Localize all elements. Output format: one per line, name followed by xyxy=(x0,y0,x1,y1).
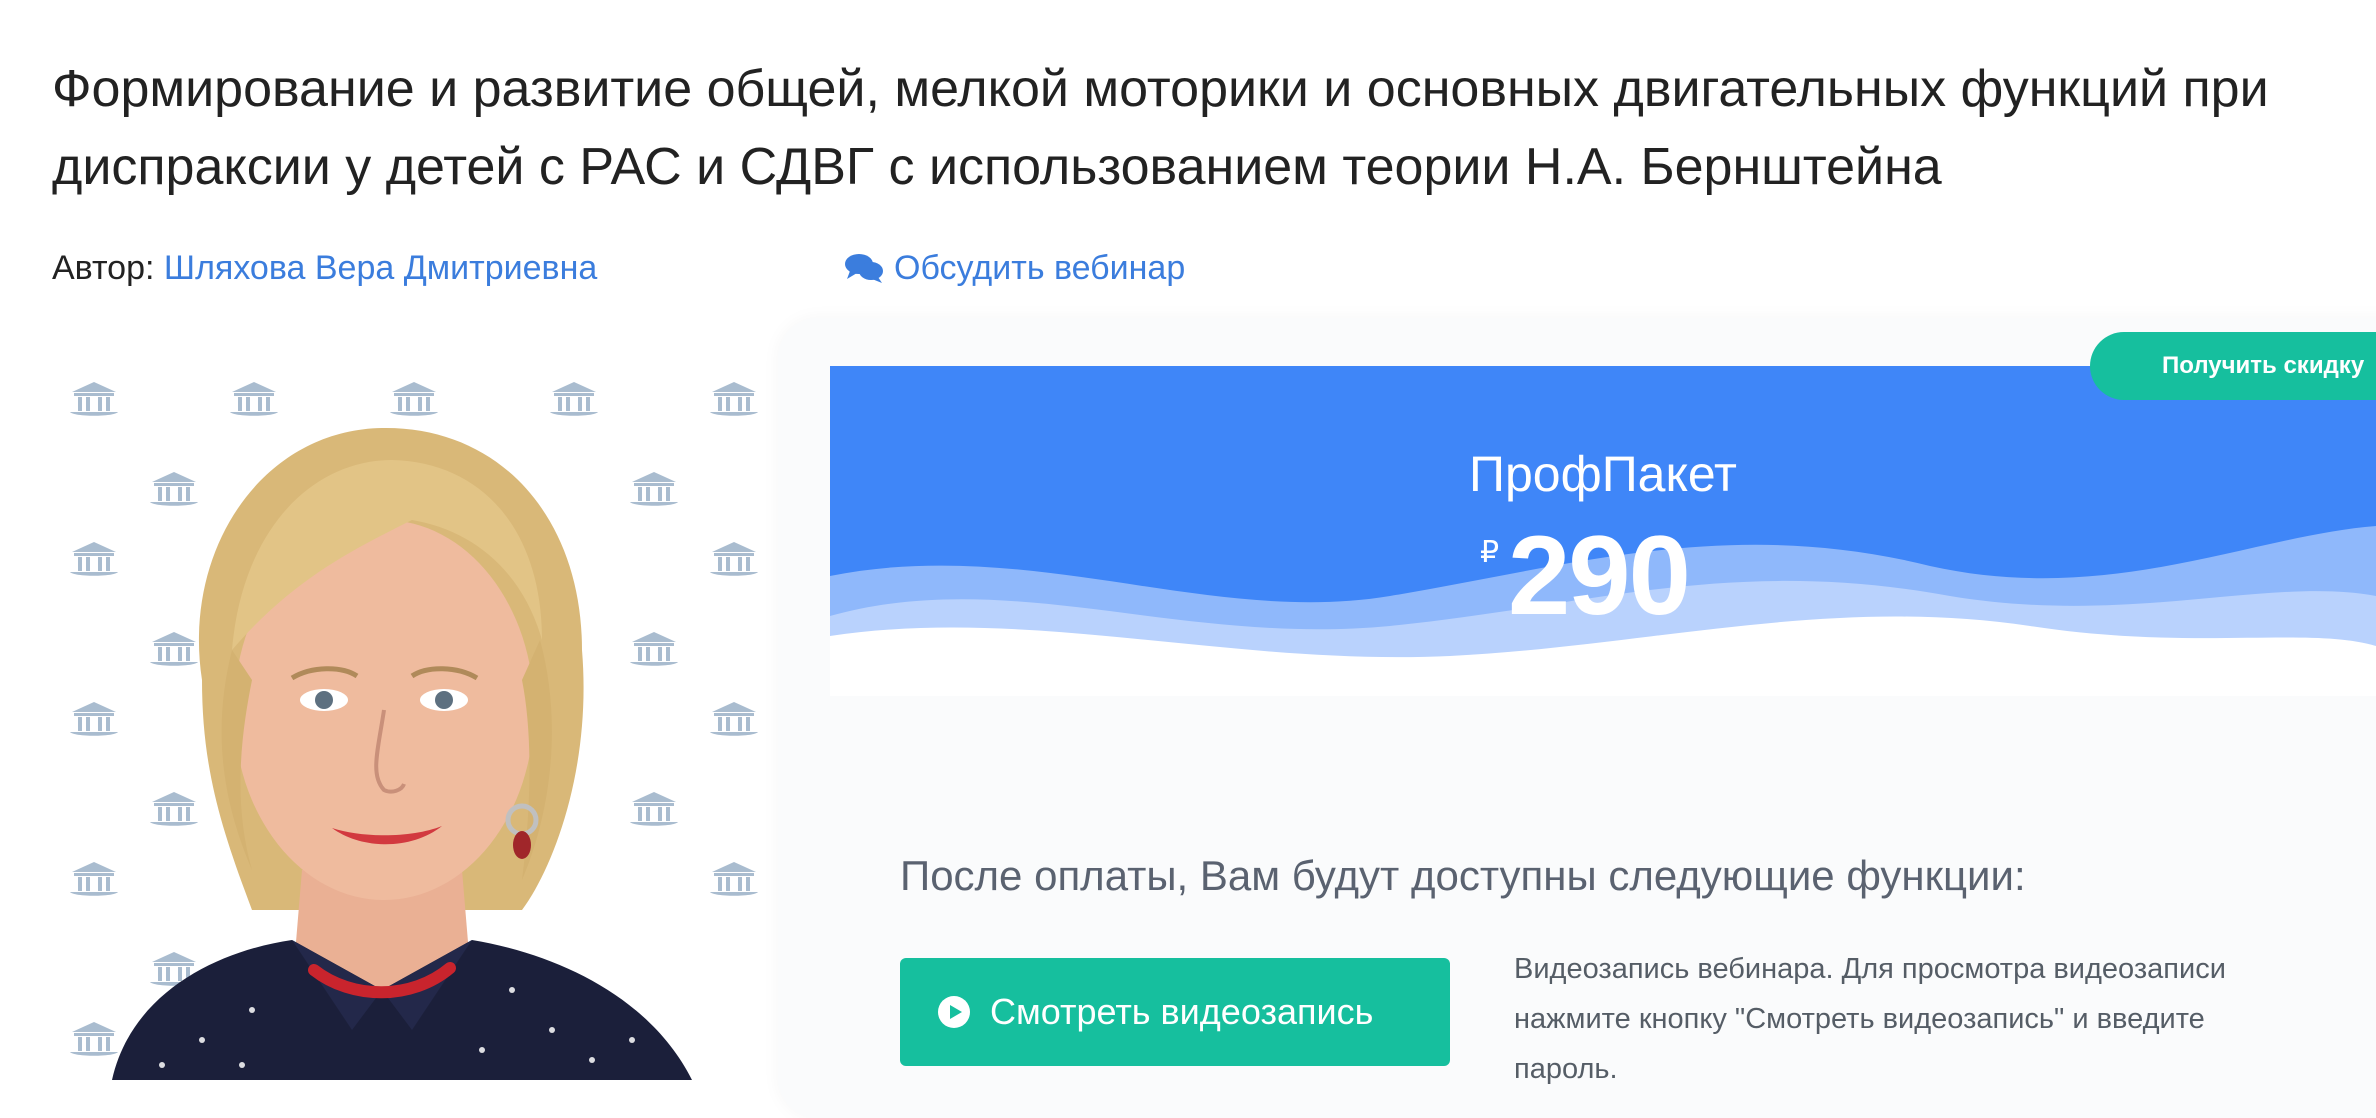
pricing-card-header: ПрофПакет ₽ 290 xyxy=(830,366,2376,696)
author-portrait xyxy=(112,427,692,1080)
comments-icon xyxy=(845,254,883,283)
features-title: После оплаты, Вам будут доступны следующ… xyxy=(900,852,2026,899)
watch-video-description: Видеозапись вебинара. Для просмотра виде… xyxy=(1514,953,2226,1085)
discuss-webinar-link[interactable]: Обсудить вебинар xyxy=(844,246,1185,290)
price-value: 290 xyxy=(1508,513,1691,638)
author-photo xyxy=(52,350,774,1080)
page-title: Формирование и развитие общей, мелкой мо… xyxy=(52,60,2269,196)
author-label: Автор: xyxy=(52,249,164,287)
watch-video-button[interactable]: Смотреть видеозапись xyxy=(900,958,1450,1066)
currency-symbol: ₽ xyxy=(1480,536,1500,569)
watch-video-label: Смотреть видеозапись xyxy=(990,991,1374,1032)
package-name: ПрофПакет xyxy=(1469,446,1737,502)
discuss-label: Обсудить вебинар xyxy=(894,249,1186,287)
author-link[interactable]: Шляхова Вера Дмитриевна xyxy=(164,249,597,287)
get-discount-button[interactable]: Получить скидку xyxy=(2090,332,2376,400)
play-circle-icon xyxy=(938,996,970,1028)
author-line: Автор: Шляхова Вера Дмитриевна xyxy=(52,246,597,290)
